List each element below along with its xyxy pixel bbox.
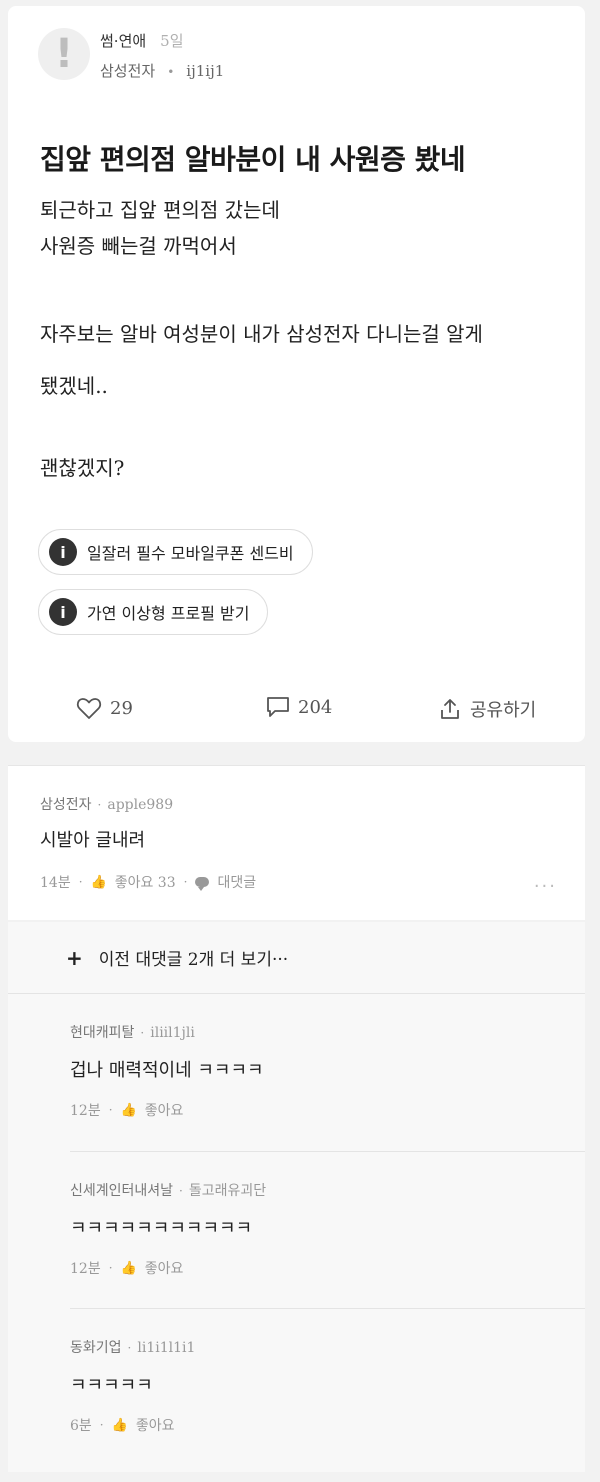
share-label: 공유하기	[470, 700, 537, 721]
company-name: 삼성전자	[100, 62, 156, 80]
reply-like-button[interactable]: 좋아요	[145, 1100, 184, 1120]
body-line: 퇴근하고 집앞 편의점 갔는데	[40, 198, 280, 222]
separator-dot: ·	[78, 875, 83, 889]
load-previous-replies-button[interactable]: + 이전 대댓글 2개 더 보기···	[8, 922, 585, 994]
plus-icon: +	[66, 945, 83, 970]
thumbs-up-icon: 👍	[111, 1417, 128, 1433]
avatar[interactable]: !	[38, 28, 90, 80]
separator-dot: ·	[97, 798, 102, 812]
like-button[interactable]: 29	[76, 696, 133, 720]
info-icon: i	[49, 598, 77, 626]
reply-footer: 12분 · 👍 좋아요	[70, 1258, 183, 1278]
post-meta-author: 삼성전자 • ij1ij1	[100, 60, 224, 81]
reply-time: 6분	[70, 1418, 92, 1434]
post-meta-top: 썸·연애 5일	[100, 30, 184, 51]
category-label[interactable]: 썸·연애	[100, 30, 146, 51]
share-button[interactable]: 공유하기	[438, 696, 536, 722]
post-age: 5일	[160, 32, 184, 50]
separator-dot: ·	[127, 1341, 132, 1355]
replies-section: + 이전 대댓글 2개 더 보기··· 현대캐피탈 · iliil1jli 겁나…	[8, 922, 585, 1472]
reply-meta: 신세계인터내셔날 · 돌고래유괴단	[70, 1180, 266, 1200]
body-line: 사원증 빼는걸 까먹어서	[40, 234, 237, 258]
reply-footer: 6분 · 👍 좋아요	[70, 1415, 174, 1435]
comment-time: 14분	[40, 875, 71, 891]
thumbs-up-icon: 👍	[120, 1260, 137, 1276]
author-name[interactable]: li1i1l1i1	[137, 1340, 195, 1356]
reply-meta: 동화기업 · li1i1l1i1	[70, 1337, 195, 1357]
thumbs-up-icon: 👍	[120, 1102, 137, 1118]
reply-time: 12분	[70, 1261, 101, 1277]
reply-item: 현대캐피탈 · iliil1jli 겁나 매력적이네 ㅋㅋㅋㅋ 12분 · 👍 …	[8, 994, 585, 1152]
author-name[interactable]: 돌고래유괴단	[189, 1180, 266, 1200]
reply-time: 12분	[70, 1103, 101, 1119]
load-previous-label: 이전 대댓글 2개 더 보기···	[98, 950, 289, 970]
reply-text: ㅋㅋㅋㅋㅋ	[70, 1375, 153, 1396]
separator-dot: ·	[99, 1418, 104, 1432]
body-line: 괜찮겠지?	[40, 456, 125, 480]
reply-like-button[interactable]: 좋아요	[136, 1415, 175, 1435]
thumbs-up-icon: 👍	[90, 874, 107, 890]
reply-text: ㅋㅋㅋㅋㅋㅋㅋㅋㅋㅋㅋ	[70, 1218, 253, 1239]
reply-item: 동화기업 · li1i1l1i1 ㅋㅋㅋㅋㅋ 6분 · 👍 좋아요	[8, 1309, 585, 1469]
info-icon: i	[49, 538, 77, 566]
post-title: 집앞 편의점 알바분이 내 사원증 봤네	[40, 143, 466, 176]
comment-meta: 삼성전자 · apple989	[40, 794, 173, 814]
like-count: 29	[110, 697, 133, 719]
chip-label: 가연 이상형 프로필 받기	[87, 604, 250, 623]
company-name: 동화기업	[70, 1340, 122, 1356]
company-name: 신세계인터내셔날	[70, 1183, 174, 1199]
comment-icon	[267, 697, 289, 717]
separator-dot: ·	[140, 1026, 145, 1040]
author-name[interactable]: ij1ij1	[186, 62, 224, 80]
more-options-icon[interactable]: ···	[534, 876, 557, 897]
share-icon	[441, 699, 459, 719]
comment-text: 시발아 글내려	[40, 830, 146, 851]
separator-dot: ·	[108, 1261, 113, 1275]
post-card: ! 썸·연애 5일 삼성전자 • ij1ij1 집앞 편의점 알바분이 내 사원…	[8, 6, 585, 742]
heart-icon	[76, 698, 102, 719]
reply-item: 신세계인터내셔날 · 돌고래유괴단 ㅋㅋㅋㅋㅋㅋㅋㅋㅋㅋㅋ 12분 · 👍 좋아…	[8, 1152, 585, 1309]
comment-card: 삼성전자 · apple989 시발아 글내려 14분 · 👍 좋아요 33 ·…	[8, 765, 585, 920]
body-line: 자주보는 알바 여성분이 내가 삼성전자 다니는걸 알게	[40, 322, 483, 346]
company-name: 현대캐피탈	[70, 1025, 135, 1041]
chip-label: 일잘러 필수 모바일쿠폰 센드비	[87, 544, 294, 563]
post-actions: 29 204 공유하기	[8, 696, 585, 730]
separator-dot: •	[167, 65, 175, 79]
comment-like-button[interactable]: 좋아요 33	[115, 872, 176, 892]
author-name[interactable]: iliil1jli	[150, 1025, 195, 1041]
separator-dot: ·	[183, 875, 188, 889]
reply-bubble-icon	[195, 877, 210, 891]
comment-button[interactable]: 204	[266, 696, 332, 718]
reply-meta: 현대캐피탈 · iliil1jli	[70, 1022, 195, 1042]
reply-text: 겁나 매력적이네 ㅋㅋㅋㅋ	[70, 1060, 264, 1081]
body-line: 됐겠네..	[40, 374, 108, 398]
post-body: 퇴근하고 집앞 편의점 갔는데 사원증 빼는걸 까먹어서 자주보는 알바 여성분…	[40, 192, 483, 494]
author-name[interactable]: apple989	[107, 797, 173, 813]
separator-dot: ·	[179, 1184, 183, 1198]
reply-like-button[interactable]: 좋아요	[145, 1258, 184, 1278]
comment-count: 204	[298, 696, 333, 718]
ad-chip-profile[interactable]: i 가연 이상형 프로필 받기	[38, 589, 269, 635]
separator-dot: ·	[108, 1103, 113, 1117]
ad-chip-coupon[interactable]: i 일잘러 필수 모바일쿠폰 센드비	[38, 529, 313, 575]
comment-footer: 14분 · 👍 좋아요 33 · 대댓글	[40, 872, 256, 892]
company-name: 삼성전자	[40, 797, 92, 813]
reply-button[interactable]: 대댓글	[217, 872, 256, 892]
reply-footer: 12분 · 👍 좋아요	[70, 1100, 183, 1120]
exclamation-icon: !	[54, 31, 74, 77]
